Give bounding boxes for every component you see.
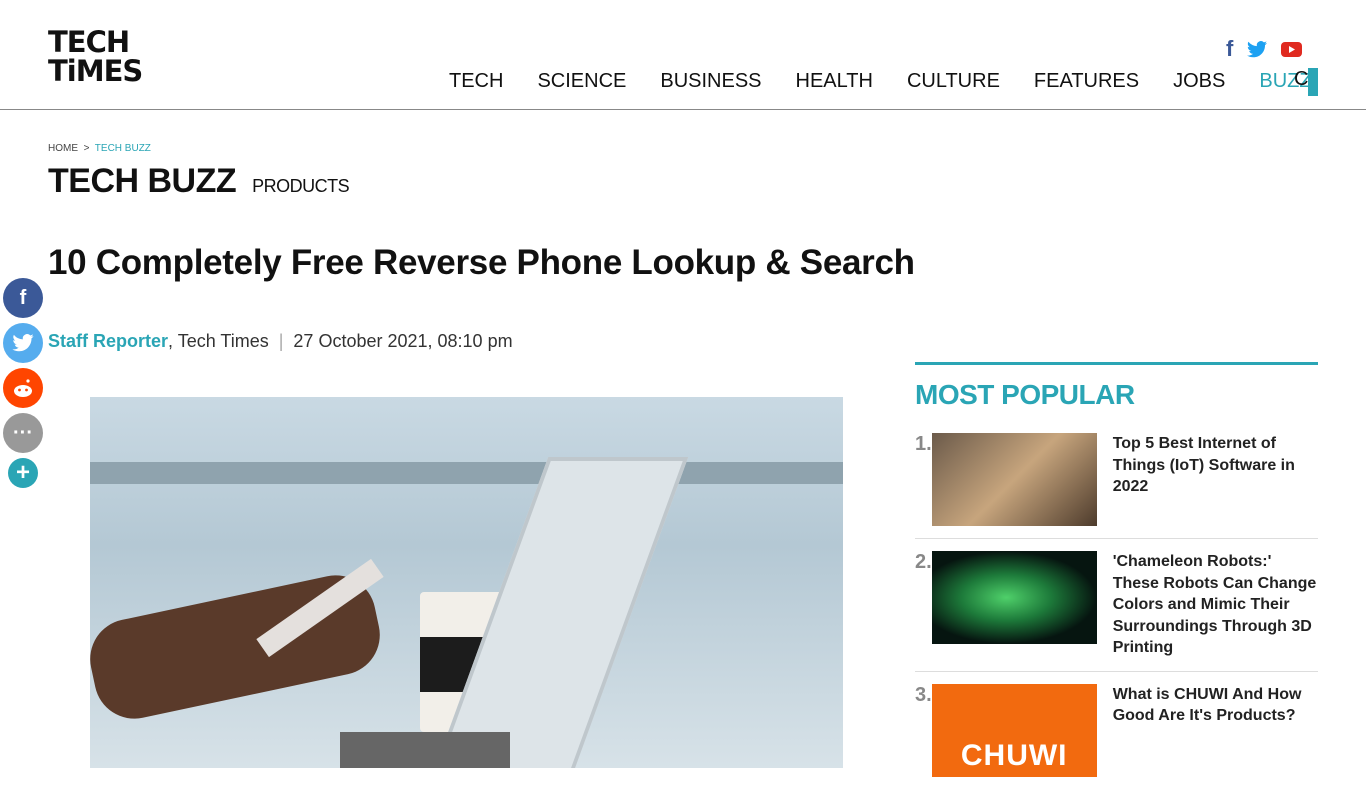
- social-links: f: [1226, 36, 1303, 62]
- share-comment-icon[interactable]: ···: [3, 413, 43, 453]
- nav-tech[interactable]: TECH: [449, 70, 503, 93]
- article-title: 10 Completely Free Reverse Phone Lookup …: [48, 243, 915, 282]
- site-header: TECH TiMES f TECH SCIENCE BUSINESS HEALTH…: [0, 0, 1366, 110]
- nav-business[interactable]: BUSINESS: [660, 70, 761, 93]
- nav-culture[interactable]: CULTURE: [907, 70, 1000, 93]
- article-hero-image: [90, 397, 843, 768]
- popular-item[interactable]: 2. 'Chameleon Robots:' These Robots Can …: [915, 539, 1318, 672]
- main-nav: TECH SCIENCE BUSINESS HEALTH CULTURE FEA…: [449, 70, 1312, 93]
- share-twitter-icon[interactable]: [3, 323, 43, 363]
- breadcrumb-current[interactable]: TECH BUZZ: [95, 143, 151, 154]
- section-subcategory[interactable]: PRODUCTS: [252, 176, 350, 196]
- breadcrumb-separator: >: [83, 143, 90, 154]
- site-logo[interactable]: TECH TiMES: [48, 25, 143, 88]
- nav-science[interactable]: SCIENCE: [537, 70, 626, 93]
- popular-item[interactable]: 3. CHUWI What is CHUWI And How Good Are …: [915, 672, 1318, 789]
- share-bar: f ··· +: [3, 278, 43, 488]
- youtube-icon[interactable]: [1281, 41, 1303, 57]
- publish-date: 27 October 2021, 08:10 pm: [293, 331, 513, 351]
- section-title[interactable]: TECH BUZZ: [48, 162, 237, 200]
- nav-overflow-text: C: [1294, 68, 1309, 90]
- popular-thumbnail[interactable]: CHUWI: [931, 683, 1097, 777]
- popular-thumbnail[interactable]: [931, 433, 1097, 526]
- twitter-icon[interactable]: [1247, 40, 1268, 58]
- nav-jobs[interactable]: JOBS: [1173, 70, 1225, 93]
- breadcrumb: HOME > TECH BUZZ: [48, 143, 151, 154]
- popular-thumbnail[interactable]: [931, 551, 1097, 644]
- popular-title[interactable]: 'Chameleon Robots:' These Robots Can Cha…: [1113, 551, 1318, 659]
- share-reddit-icon[interactable]: [3, 368, 43, 408]
- section-header: TECH BUZZ PRODUCTS: [48, 162, 350, 201]
- search-toggle[interactable]: [1308, 68, 1318, 96]
- publication: , Tech Times: [168, 331, 269, 351]
- nav-overflow[interactable]: C: [1294, 68, 1318, 96]
- share-facebook-icon[interactable]: f: [3, 278, 43, 318]
- author-link[interactable]: Staff Reporter: [48, 331, 168, 351]
- nav-health[interactable]: HEALTH: [796, 70, 873, 93]
- most-popular-title: MOST POPULAR: [915, 379, 1135, 410]
- breadcrumb-home[interactable]: HOME: [48, 143, 78, 154]
- share-more-icon[interactable]: +: [8, 458, 38, 488]
- nav-features[interactable]: FEATURES: [1034, 70, 1139, 93]
- popular-rank: 3.: [915, 683, 932, 706]
- logo-line: TiMES: [48, 54, 143, 88]
- popular-rank: 2.: [915, 551, 932, 573]
- popular-title[interactable]: What is CHUWI And How Good Are It's Prod…: [1113, 684, 1318, 777]
- popular-title[interactable]: Top 5 Best Internet of Things (IoT) Soft…: [1113, 433, 1318, 526]
- popular-rank: 1.: [915, 433, 932, 455]
- byline: Staff Reporter, Tech Times | 27 October 20…: [48, 331, 513, 352]
- logo-line: TECH: [48, 25, 130, 59]
- popular-item[interactable]: 1. Top 5 Best Internet of Things (IoT) S…: [915, 421, 1318, 539]
- facebook-icon[interactable]: f: [1226, 36, 1233, 62]
- most-popular: MOST POPULAR 1. Top 5 Best Internet of T…: [915, 362, 1318, 789]
- byline-divider: |: [278, 331, 284, 351]
